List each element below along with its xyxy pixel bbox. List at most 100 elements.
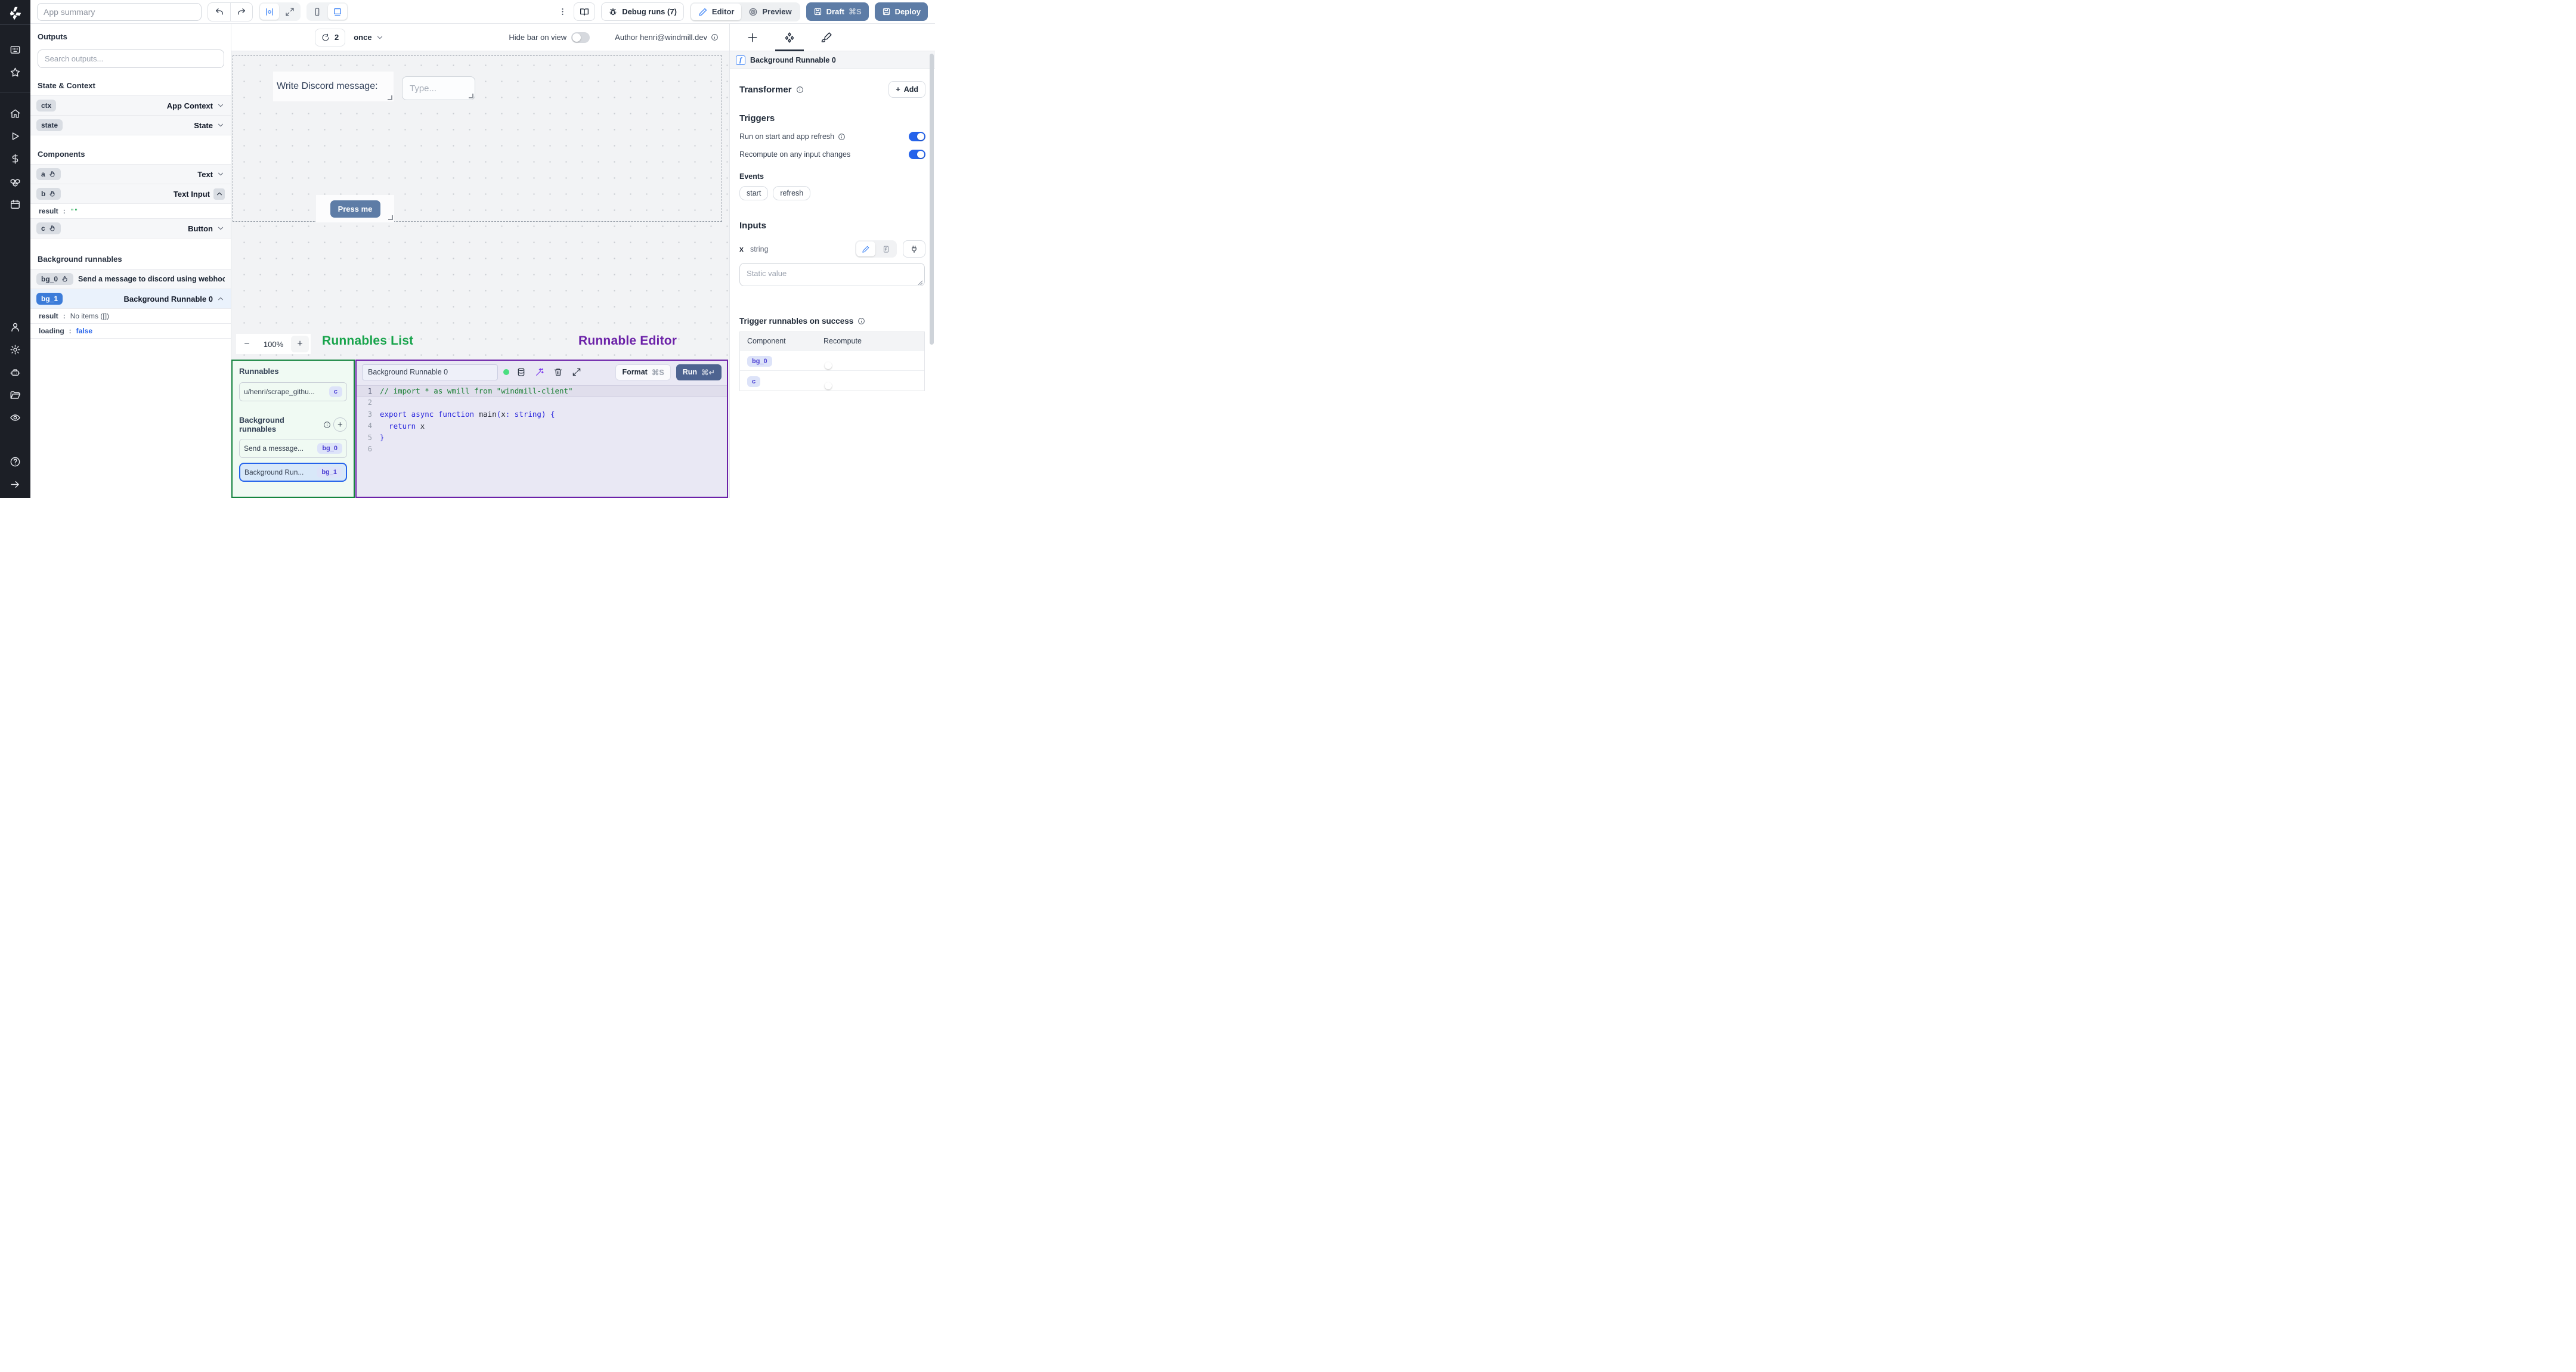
b-result-row[interactable]: result : "" xyxy=(30,204,231,219)
bg1-loading-row[interactable]: loading : false xyxy=(30,324,231,339)
bg-runnable-item-1[interactable]: Background Run... bg_1 xyxy=(239,463,347,482)
canvas-grid[interactable]: Write Discord message: Press me − 100% +… xyxy=(231,51,729,498)
resources-boxes-icon[interactable] xyxy=(0,170,30,193)
resize-handle[interactable] xyxy=(388,95,392,100)
audit-eye-icon[interactable] xyxy=(0,406,30,429)
app-summary-input[interactable] xyxy=(37,2,202,21)
selected-runnable-header[interactable]: f Background Runnable 0 xyxy=(730,51,935,69)
recompute-toggle[interactable] xyxy=(909,150,925,159)
docs-book-button[interactable] xyxy=(574,2,596,21)
database-icon[interactable] xyxy=(515,366,528,379)
center-layout-button[interactable] xyxy=(260,4,279,20)
resize-handle[interactable] xyxy=(469,94,473,98)
chevron-up-icon[interactable] xyxy=(213,188,225,200)
event-pill-start[interactable]: start xyxy=(739,186,769,200)
chevron-down-icon[interactable] xyxy=(216,101,225,110)
row-badge-c[interactable]: c xyxy=(747,376,761,387)
zoom-out-button[interactable]: − xyxy=(238,336,256,352)
output-row-state[interactable]: state State xyxy=(30,116,231,135)
text-component-a[interactable]: Write Discord message: xyxy=(273,72,394,101)
resize-handle[interactable] xyxy=(388,215,393,220)
run-button[interactable]: Run ⌘↵ xyxy=(676,364,722,380)
ai-wand-icon[interactable] xyxy=(533,366,546,379)
mobile-view-button[interactable] xyxy=(308,4,327,20)
bg0-badge[interactable]: bg_0 xyxy=(36,273,74,285)
bg0-row[interactable]: bg_0 Send a message to discord using web… xyxy=(30,270,231,289)
info-icon[interactable] xyxy=(711,33,719,41)
b-badge[interactable]: b xyxy=(36,188,61,200)
delete-trash-icon[interactable] xyxy=(552,366,565,379)
output-row-ctx[interactable]: ctx App Context xyxy=(30,96,231,116)
static-value-textarea[interactable] xyxy=(739,263,925,286)
code-line[interactable]: 2 xyxy=(357,397,727,409)
eval-mode-fx-button[interactable] xyxy=(877,241,896,256)
info-icon[interactable] xyxy=(323,421,331,429)
component-row-c[interactable]: c Button xyxy=(30,219,231,239)
static-mode-pencil-button[interactable] xyxy=(856,241,875,256)
component-row-b[interactable]: b Text Input xyxy=(30,184,231,204)
code-line[interactable]: 5} xyxy=(357,432,727,444)
ai-robot-icon[interactable] xyxy=(0,361,30,383)
more-options-kebab[interactable] xyxy=(557,3,568,21)
collapse-arrow-icon[interactable] xyxy=(0,473,30,495)
chevron-up-icon[interactable] xyxy=(216,295,225,303)
bg-runnable-item-0[interactable]: Send a message... bg_0 xyxy=(239,439,347,458)
type-input[interactable] xyxy=(402,76,475,100)
press-me-button[interactable]: Press me xyxy=(330,200,380,218)
run-on-start-toggle[interactable] xyxy=(909,132,925,141)
home-icon[interactable] xyxy=(0,102,30,125)
tab-component-settings[interactable] xyxy=(775,24,804,51)
fullwidth-layout-button[interactable] xyxy=(280,4,299,20)
variables-dollar-icon[interactable] xyxy=(0,147,30,170)
scrollbar-thumb[interactable] xyxy=(930,54,934,345)
c-badge[interactable]: c xyxy=(36,222,61,234)
bg1-result-row[interactable]: result : No items ([]) xyxy=(30,309,231,324)
deploy-button[interactable]: Deploy xyxy=(874,2,928,21)
schedules-calendar-icon[interactable] xyxy=(0,193,30,215)
runnable-item-c[interactable]: u/henri/scrape_githu... c xyxy=(239,382,347,401)
code-line[interactable]: 3 export async function main(x: string) { xyxy=(357,408,727,420)
draft-button[interactable]: Draft ⌘S xyxy=(806,2,869,21)
button-component-c[interactable]: Press me xyxy=(316,195,394,222)
format-button[interactable]: Format ⌘S xyxy=(615,364,671,380)
undo-button[interactable] xyxy=(208,3,230,21)
tab-insert-component[interactable] xyxy=(747,24,758,51)
runnable-name-input[interactable] xyxy=(362,364,498,380)
refresh-interval-select[interactable]: once xyxy=(354,33,383,42)
info-icon[interactable] xyxy=(796,86,804,94)
chevron-down-icon[interactable] xyxy=(216,121,225,129)
connect-plug-button[interactable] xyxy=(903,240,925,258)
refresh-counter-button[interactable]: 2 xyxy=(315,28,346,47)
help-icon[interactable] xyxy=(0,450,30,473)
debug-runs-button[interactable]: Debug runs (7) xyxy=(601,2,684,21)
info-icon[interactable] xyxy=(838,133,846,141)
info-icon[interactable] xyxy=(857,317,865,325)
user-icon[interactable] xyxy=(0,315,30,338)
code-line[interactable]: 4 return x xyxy=(357,420,727,432)
component-row-a[interactable]: a Text xyxy=(30,165,231,184)
tab-styling-brush[interactable] xyxy=(821,24,832,51)
apps-icon[interactable] xyxy=(0,38,30,61)
add-transformer-button[interactable]: + Add xyxy=(888,81,925,98)
tab-preview[interactable]: Preview xyxy=(741,4,798,20)
windmill-logo-icon[interactable] xyxy=(8,5,23,21)
tab-editor[interactable]: Editor xyxy=(691,3,742,20)
add-background-runnable-button[interactable]: + xyxy=(333,417,347,432)
settings-gear-icon[interactable] xyxy=(0,338,30,361)
code-line[interactable]: 6 xyxy=(357,444,727,456)
event-pill-refresh[interactable]: refresh xyxy=(773,186,811,200)
search-outputs-input[interactable] xyxy=(38,49,224,68)
hide-bar-toggle[interactable] xyxy=(571,32,590,43)
code-line[interactable]: 1// import * as wmill from "windmill-cli… xyxy=(357,385,727,397)
folders-icon[interactable] xyxy=(0,383,30,406)
chevron-down-icon[interactable] xyxy=(216,170,225,178)
code-editor[interactable]: 1// import * as wmill from "windmill-cli… xyxy=(357,385,727,455)
runs-play-icon[interactable] xyxy=(0,125,30,147)
resize-grip-icon[interactable] xyxy=(917,280,922,285)
row-badge-bg0[interactable]: bg_0 xyxy=(747,355,772,367)
a-badge[interactable]: a xyxy=(36,168,61,180)
zoom-in-button[interactable]: + xyxy=(291,336,309,352)
redo-button[interactable] xyxy=(230,2,252,21)
desktop-view-button[interactable] xyxy=(328,4,347,20)
bg1-badge[interactable]: bg_1 xyxy=(36,293,63,305)
